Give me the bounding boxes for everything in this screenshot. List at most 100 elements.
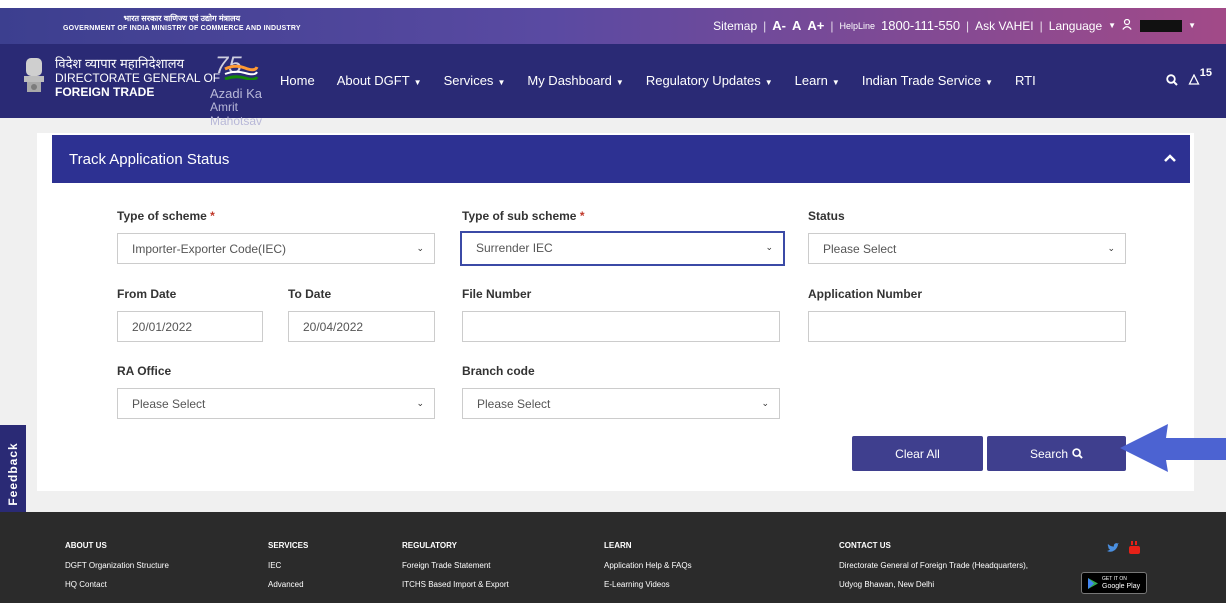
- branch-code-label: Branch code: [462, 364, 535, 378]
- nav-icons: 15: [1166, 67, 1212, 89]
- footer-text: Directorate General of Foreign Trade (He…: [839, 561, 1028, 570]
- footer-link[interactable]: IEC: [268, 561, 308, 571]
- clear-all-button[interactable]: Clear All: [852, 436, 983, 471]
- label-text: Type of sub scheme: [462, 209, 577, 223]
- separator: |: [830, 18, 834, 33]
- required-marker: *: [579, 209, 585, 223]
- youtube-icon[interactable]: [1129, 541, 1140, 554]
- footer-link[interactable]: Foreign Trade Statement: [402, 561, 509, 571]
- national-emblem-icon: [24, 58, 44, 92]
- branch-code-select[interactable]: Please Select: [462, 388, 780, 419]
- feedback-label: Feedback: [6, 442, 20, 506]
- footer-services: SERVICES IEC Advanced: [268, 541, 308, 599]
- sitemap-link[interactable]: Sitemap: [713, 19, 757, 33]
- panel-header[interactable]: Track Application Status: [52, 135, 1190, 183]
- file-number-label: File Number: [462, 287, 532, 301]
- chevron-down-icon: ▼: [413, 78, 422, 87]
- nav-item-rti[interactable]: RTI: [1015, 73, 1036, 88]
- gplay-top: GET IT ON: [1102, 576, 1127, 582]
- footer-text: Udyog Bhawan, New Delhi: [839, 580, 935, 589]
- status-select[interactable]: Please Select: [808, 233, 1126, 264]
- font-increase-button[interactable]: A+: [807, 18, 824, 33]
- footer-heading: CONTACT US: [839, 541, 891, 550]
- application-number-input[interactable]: [808, 311, 1126, 342]
- chevron-down-icon: [416, 243, 424, 254]
- search-icon: [1072, 448, 1083, 459]
- nav-item-home[interactable]: Home: [280, 73, 315, 88]
- user-icon[interactable]: [1122, 18, 1132, 33]
- footer-heading: LEARN: [604, 541, 632, 550]
- nav-label: Home: [280, 73, 315, 88]
- twitter-icon[interactable]: [1107, 542, 1119, 553]
- footer-link[interactable]: E-Learning Videos: [604, 580, 692, 590]
- chevron-down-icon: [1107, 243, 1115, 254]
- dgft-line2: FOREIGN TRADE: [55, 85, 155, 99]
- chevron-down-icon: ▼: [985, 78, 993, 87]
- font-decrease-button[interactable]: A-: [772, 18, 786, 33]
- user-name-redacted[interactable]: [1140, 19, 1183, 32]
- helpline-number[interactable]: 1800-111-550: [881, 18, 960, 33]
- status-label: Status: [808, 209, 845, 223]
- nav-item-services[interactable]: Services ▼: [444, 73, 506, 88]
- footer-link[interactable]: Advanced: [268, 580, 308, 590]
- feedback-tab[interactable]: Feedback: [0, 425, 26, 523]
- branch-code-value: Please Select: [477, 397, 551, 411]
- azadi-line1: Azadi Ka: [210, 86, 263, 101]
- nav-item-about-dgft[interactable]: About DGFT ▼: [337, 73, 422, 88]
- search-icon[interactable]: [1166, 73, 1178, 89]
- footer-link[interactable]: DGFT Organization Structure: [65, 561, 169, 571]
- from-date-input[interactable]: 20/01/2022: [117, 311, 263, 342]
- nav-item-learn[interactable]: Learn ▼: [795, 73, 840, 88]
- footer-link[interactable]: HQ Contact: [65, 580, 169, 590]
- main-navigation: विदेश व्यापार महानिदेशालय DIRECTORATE GE…: [0, 44, 1226, 128]
- footer: ABOUT US DGFT Organization Structure HQ …: [0, 512, 1226, 603]
- footer-learn: LEARN Application Help & FAQs E-Learning…: [604, 541, 692, 599]
- file-number-input[interactable]: [462, 311, 780, 342]
- footer-link[interactable]: Application Help & FAQs: [604, 561, 692, 571]
- language-dropdown[interactable]: Language: [1049, 19, 1102, 33]
- to-date-label: To Date: [288, 287, 332, 301]
- chevron-down-icon: ▼: [831, 78, 840, 87]
- scheme-select[interactable]: Importer-Exporter Code(IEC): [117, 233, 435, 264]
- font-normal-button[interactable]: A: [792, 18, 801, 33]
- utility-links: Sitemap | A- A A+ | HelpLine 1800-111-55…: [713, 18, 1196, 33]
- nav-item-indian-trade-service[interactable]: Indian Trade Service ▼: [862, 73, 993, 88]
- panel-title: Track Application Status: [69, 151, 230, 168]
- chevron-down-icon: ▼: [615, 78, 624, 87]
- application-number-label: Application Number: [808, 287, 923, 301]
- sub-scheme-select[interactable]: Surrender IEC: [460, 231, 785, 266]
- ask-link[interactable]: Ask VAHEI: [975, 19, 1033, 33]
- chevron-up-icon[interactable]: [1163, 151, 1177, 165]
- dgft-logo-text[interactable]: विदेश व्यापार महानिदेशालय DIRECTORATE GE…: [55, 56, 220, 100]
- footer-heading: ABOUT US: [65, 541, 107, 550]
- sub-scheme-label: Type of sub scheme *: [462, 209, 585, 223]
- notification-bell-icon[interactable]: [1188, 73, 1200, 89]
- nav-label: About DGFT: [336, 73, 410, 88]
- notification-count: 15: [1199, 67, 1212, 79]
- nav-label: Indian Trade Service: [861, 73, 982, 88]
- social-links: [1107, 541, 1140, 554]
- footer-regulatory: REGULATORY Foreign Trade Statement ITCHS…: [402, 541, 509, 599]
- chevron-down-icon: ▼: [497, 78, 506, 87]
- dgft-hindi: विदेश व्यापार महानिदेशालय: [55, 56, 185, 71]
- gov-english: GOVERNMENT OF INDIA MINISTRY OF COMMERCE…: [63, 25, 301, 32]
- to-date-input[interactable]: 20/04/2022: [288, 311, 435, 342]
- nav-label: Services: [443, 73, 494, 88]
- ra-office-label: RA Office: [117, 364, 172, 378]
- footer-contact: CONTACT US Directorate General of Foreig…: [839, 541, 1028, 599]
- nav-item-my-dashboard[interactable]: My Dashboard ▼: [527, 73, 623, 88]
- chevron-down-icon: [416, 398, 424, 409]
- ra-office-select[interactable]: Please Select: [117, 388, 435, 419]
- nav-label: RTI: [1014, 73, 1036, 88]
- separator: |: [966, 18, 970, 33]
- scheme-label: Type of scheme *: [117, 209, 215, 223]
- footer-link[interactable]: ITCHS Based Import & Export: [402, 580, 509, 590]
- search-button[interactable]: Search: [987, 436, 1126, 471]
- from-date-label: From Date: [117, 287, 177, 301]
- chevron-down-icon: ▼: [1108, 21, 1117, 30]
- button-label: Search: [1029, 446, 1069, 461]
- google-play-badge[interactable]: GET IT ON Google Play: [1081, 572, 1147, 594]
- nav-item-regulatory-updates[interactable]: Regulatory Updates ▼: [646, 73, 773, 88]
- nav-menu: Home About DGFT ▼ Services ▼ My Dashboard ▼…: [258, 73, 1036, 88]
- chevron-down-icon: ▼: [1188, 21, 1196, 30]
